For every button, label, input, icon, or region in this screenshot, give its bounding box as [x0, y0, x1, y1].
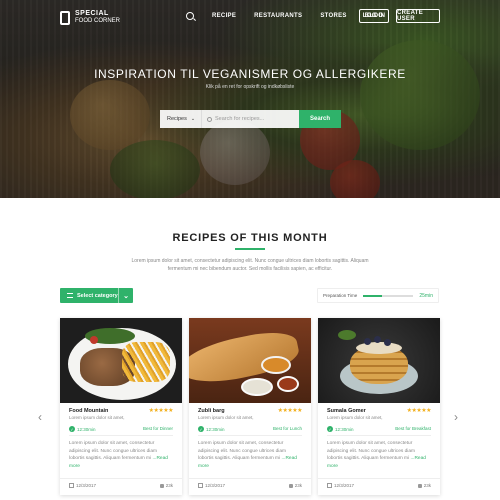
search-category-select[interactable]: Recipes ⌄ [160, 110, 201, 128]
hero-subtitle: Klik på en ret for opskrift og indkøbsli… [205, 84, 295, 90]
rating-stars: ★★★★★ [148, 408, 174, 414]
divider [318, 478, 440, 479]
recipe-name[interactable]: Sumala Gomer [327, 408, 366, 414]
recipe-date: 12/3/2017 [69, 483, 96, 488]
check-icon: ✓ [327, 426, 333, 432]
recipe-description: Lorem ipsum dolor sit amet, consectetur … [198, 440, 302, 470]
logo-icon [60, 10, 70, 25]
recipe-time-label: 12:30min [206, 426, 225, 432]
recipe-time: ✓ 12:30min [69, 426, 96, 432]
recipe-card[interactable]: Sumala Gomer ★★★★★ Lorem ipsum dolor sit… [318, 318, 440, 495]
search-placeholder: Search for recipes... [215, 116, 265, 122]
recipe-likes-label: 23k [165, 483, 173, 488]
recipe-name[interactable]: Food Mountain [69, 408, 108, 414]
thumbs-up-icon [417, 483, 422, 488]
calendar-icon [198, 483, 203, 488]
section-description: Lorem ipsum dolor sit amet, consectetur … [131, 258, 369, 272]
recipe-likes-label: 23k [423, 483, 431, 488]
recipe-description-text: Lorem ipsum dolor sit amet, consectetur … [327, 441, 415, 461]
search-category-label: Recipes [167, 116, 187, 122]
rating-stars: ★★★★★ [277, 408, 303, 414]
recipe-short-desc: Lorem ipsum dolor sit amet, [198, 415, 254, 420]
create-user-button[interactable]: CREATE USER [396, 9, 440, 23]
select-category-label: Select category [77, 292, 118, 299]
check-icon: ✓ [198, 426, 204, 432]
recipe-description-text: Lorem ipsum dolor sit amet, consectetur … [69, 441, 157, 461]
recipe-time-label: 12:30min [335, 426, 354, 432]
divider [189, 478, 311, 479]
recipe-date-label: 12/3/2017 [334, 483, 355, 488]
logo[interactable]: SPECIAL FOOD CORNER [60, 10, 120, 25]
nav-item-recipe[interactable]: RECIPE [212, 13, 236, 19]
search-icon[interactable] [186, 12, 194, 20]
carousel-next-arrow[interactable]: › [454, 410, 458, 424]
list-icon [67, 293, 73, 298]
recipe-description: Lorem ipsum dolor sit amet, consectetur … [327, 440, 431, 470]
prep-time-slider[interactable] [363, 294, 414, 297]
recipe-likes[interactable]: 23k [159, 483, 173, 488]
logo-line2: FOOD CORNER [75, 18, 120, 24]
hero-overlay [0, 0, 500, 198]
recipe-date-label: 12/3/2017 [205, 483, 226, 488]
calendar-icon [69, 483, 74, 488]
recipe-short-desc: Lorem ipsum dolor sit amet, [327, 415, 383, 420]
recipe-image [60, 318, 182, 403]
select-category-button[interactable]: Select category ⌄ [60, 288, 133, 303]
recipe-card[interactable]: Food Mountain ★★★★★ Lorem ipsum dolor si… [60, 318, 182, 495]
rating-stars: ★★★★★ [406, 408, 432, 414]
login-button[interactable]: LOG IN [359, 9, 389, 23]
check-icon: ✓ [69, 426, 75, 432]
recipe-time: ✓ 12:30min [327, 426, 354, 432]
recipe-description: Lorem ipsum dolor sit amet, consectetur … [69, 440, 173, 470]
prep-time-filter[interactable]: Preparation Time 25min [317, 288, 439, 303]
recipe-date: 12/3/2017 [198, 483, 225, 488]
chevron-down-icon: ⌄ [190, 116, 196, 122]
nav-item-stores[interactable]: STORES [320, 13, 346, 19]
carousel-prev-arrow[interactable]: ‹ [38, 410, 42, 424]
recipe-likes-label: 23k [294, 483, 302, 488]
search-button[interactable]: Search [299, 110, 341, 128]
recipe-name[interactable]: Zubli barg [198, 408, 225, 414]
recipe-time-label: 12:30min [77, 426, 96, 432]
divider [60, 478, 182, 479]
section-divider [235, 248, 265, 250]
prep-time-slider-fill [363, 294, 382, 297]
recipe-description-text: Lorem ipsum dolor sit amet, consectetur … [198, 441, 286, 461]
recipe-date-label: 12/3/2017 [76, 483, 97, 488]
recipe-card[interactable]: Zubli barg ★★★★★ Lorem ipsum dolor sit a… [189, 318, 311, 495]
calendar-icon [327, 483, 332, 488]
thumbs-up-icon [288, 483, 293, 488]
hero-title: INSPIRATION TIL VEGANISMER OG ALLERGIKER… [94, 67, 406, 81]
logo-line1: SPECIAL [75, 10, 109, 17]
recipe-best-for: Best for Dinner [142, 426, 173, 431]
recipe-likes[interactable]: 23k [417, 483, 431, 488]
recipe-image [318, 318, 440, 403]
prep-time-label: Preparation Time [323, 293, 358, 298]
recipe-date: 12/3/2017 [327, 483, 354, 488]
hero-banner: SPECIAL FOOD CORNER RECIPE RESTAURANTS S… [0, 0, 500, 198]
divider [327, 435, 431, 436]
thumbs-up-icon [159, 483, 164, 488]
divider [198, 435, 302, 436]
divider [69, 435, 173, 436]
recipe-likes[interactable]: 23k [288, 483, 302, 488]
section-title: RECIPES OF THIS MONTH [172, 232, 328, 244]
chevron-down-icon[interactable]: ⌄ [118, 288, 133, 303]
search-icon [207, 116, 212, 122]
recipe-short-desc: Lorem ipsum dolor sit amet, [69, 415, 125, 420]
nav-item-restaurants[interactable]: RESTAURANTS [254, 13, 302, 19]
recipe-best-for: Best for Breakfast [395, 426, 431, 431]
recipe-image [189, 318, 311, 403]
recipe-best-for: Best for Lunch [272, 426, 302, 431]
prep-time-value: 25min [419, 292, 433, 299]
recipe-time: ✓ 12:30min [198, 426, 225, 432]
